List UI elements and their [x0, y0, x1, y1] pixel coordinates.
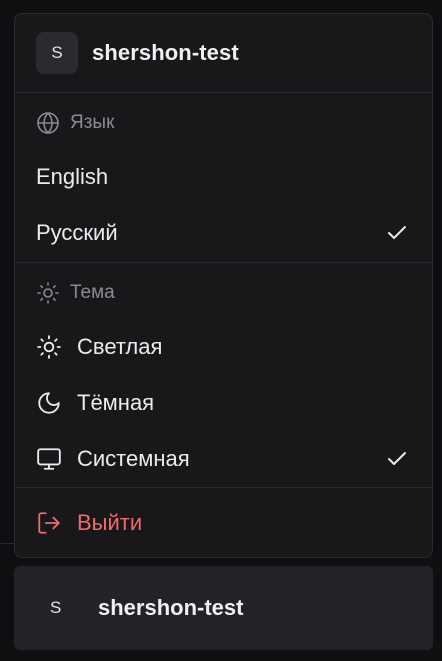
logout-button[interactable]: Выйти	[15, 488, 432, 557]
theme-option-label: Тёмная	[77, 390, 155, 415]
theme-section: Тема Светлая Тёмная Системная	[15, 263, 432, 488]
language-option-label: English	[36, 164, 109, 189]
logout-icon	[36, 510, 62, 536]
avatar: S	[36, 32, 78, 74]
avatar: S	[50, 598, 62, 617]
theme-option-light[interactable]: Светлая	[15, 319, 432, 375]
language-option-english[interactable]: English	[15, 149, 432, 205]
theme-option-system[interactable]: Системная	[15, 431, 432, 487]
moon-icon	[36, 390, 62, 416]
monitor-icon	[36, 446, 62, 472]
check-icon	[384, 446, 410, 472]
theme-option-dark[interactable]: Тёмная	[15, 375, 432, 431]
language-section: Язык English Русский	[15, 93, 432, 263]
check-icon	[384, 220, 410, 246]
language-option-russian[interactable]: Русский	[15, 205, 432, 261]
header-username: shershon-test	[92, 40, 239, 65]
theme-label-text: Тема	[70, 282, 115, 303]
user-dropdown-menu: S shershon-test Язык English Русский Тем…	[14, 13, 433, 558]
theme-option-label: Системная	[77, 446, 190, 471]
user-menu-trigger[interactable]: S shershon-test	[14, 566, 433, 650]
menu-header: S shershon-test	[15, 14, 432, 93]
language-option-label: Русский	[36, 220, 118, 245]
sun-icon	[36, 281, 60, 305]
sidebar-divider	[0, 543, 14, 544]
theme-option-label: Светлая	[77, 334, 163, 359]
app-stage: S shershon-test Язык English Русский Тем…	[0, 0, 442, 661]
logout-label: Выйти	[77, 510, 143, 535]
globe-icon	[36, 111, 60, 135]
language-label-text: Язык	[70, 112, 115, 133]
sun-icon	[36, 334, 62, 360]
theme-section-label: Тема	[15, 263, 432, 319]
language-section-label: Язык	[15, 93, 432, 149]
user-bar-username: shershon-test	[98, 595, 244, 620]
